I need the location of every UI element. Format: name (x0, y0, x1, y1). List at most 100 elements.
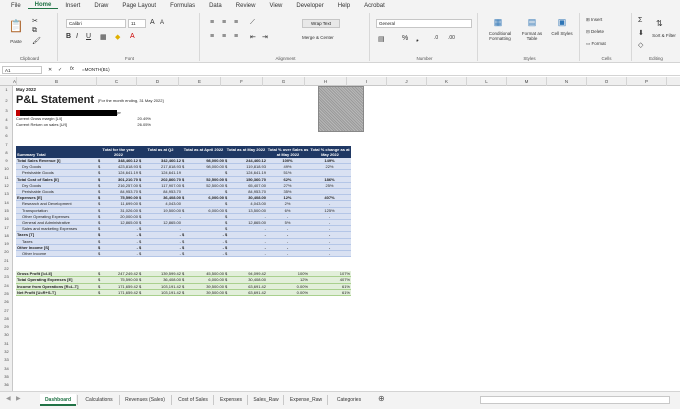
format-painter-icon[interactable]: 🖌 (32, 37, 41, 45)
summary-cell[interactable]: 63,691.42 (228, 289, 267, 296)
fill-color-icon[interactable]: ◆ (115, 33, 120, 41)
format-as-table-icon[interactable]: ▤ (520, 17, 544, 28)
month-cell[interactable]: May 2022 (16, 87, 36, 93)
align-center-icon[interactable]: ≡ (222, 33, 226, 40)
cut-icon[interactable]: ✂ (32, 17, 38, 25)
format-as-table-button[interactable]: Format as Table (518, 31, 546, 41)
row-header-12[interactable]: 12 (0, 182, 13, 190)
paste-button[interactable]: Paste (6, 39, 26, 44)
increase-decimal-icon[interactable]: .0 (434, 35, 438, 41)
number-format-select[interactable]: General (376, 19, 472, 28)
menu-developer[interactable]: Developer (289, 3, 330, 9)
menu-page-layout[interactable]: Page Layout (115, 3, 163, 9)
row-header-8[interactable]: 8 (0, 149, 13, 157)
row-header-19[interactable]: 19 (0, 240, 13, 248)
conditional-formatting-button[interactable]: Conditional Formatting (483, 31, 517, 41)
percent-icon[interactable]: % (402, 35, 408, 42)
horizontal-scrollbar[interactable] (480, 396, 670, 404)
tab-dashboard[interactable]: Dashboard (40, 394, 76, 406)
row-header-14[interactable]: 14 (0, 199, 13, 207)
delete-cells-button[interactable]: ⊟ Delete (586, 29, 604, 35)
column-header-K[interactable]: K (427, 77, 467, 86)
comma-icon[interactable]: ❟ (416, 35, 419, 43)
row-header-27[interactable]: 27 (0, 307, 13, 315)
align-top-icon[interactable]: ≡ (210, 19, 214, 26)
summary-cell[interactable]: 39,500.00 (185, 289, 225, 296)
menu-view[interactable]: View (262, 3, 289, 9)
row-header-33[interactable]: 33 (0, 356, 13, 364)
row-header-9[interactable]: 9 (0, 157, 13, 165)
table-cell[interactable]: - (142, 251, 182, 258)
row-header-25[interactable]: 25 (0, 290, 13, 298)
row-header-26[interactable]: 26 (0, 298, 13, 306)
summary-cell[interactable]: 171,659.42 (101, 289, 139, 296)
font-size-select[interactable]: 11 (128, 19, 146, 28)
row-header-32[interactable]: 32 (0, 348, 13, 356)
formula-input[interactable]: =MONTH(B1) (80, 66, 676, 74)
paste-icon[interactable]: 📋 (8, 19, 24, 33)
tab-expenses[interactable]: Expenses (216, 394, 246, 406)
tab-calculations[interactable]: Calculations (80, 394, 118, 406)
format-cells-button[interactable]: ▭ Format (586, 41, 606, 47)
scroll-left-icon[interactable]: ◀ (6, 395, 11, 402)
increase-font-icon[interactable]: A (150, 19, 155, 26)
add-sheet-icon[interactable]: ⊕ (378, 394, 385, 403)
row-header-4[interactable]: 4 (0, 116, 13, 124)
fx-icon[interactable]: fx (70, 66, 74, 72)
conditional-formatting-icon[interactable]: ▦ (486, 17, 510, 28)
summary-cell[interactable]: 61% (309, 289, 351, 296)
row-header-11[interactable]: 11 (0, 174, 13, 182)
row-header-24[interactable]: 24 (0, 282, 13, 290)
menu-acrobat[interactable]: Acrobat (357, 3, 392, 9)
underline-icon[interactable]: U (86, 33, 91, 40)
row-header-28[interactable]: 28 (0, 315, 13, 323)
copy-icon[interactable]: ⧉ (32, 27, 37, 35)
merge-center-button[interactable]: Merge & Center (302, 35, 352, 40)
align-middle-icon[interactable]: ≡ (222, 19, 226, 26)
row-header-3[interactable]: 3 (0, 107, 13, 115)
column-header-E[interactable]: E (179, 77, 221, 86)
row-header-29[interactable]: 29 (0, 323, 13, 331)
column-header-L[interactable]: L (467, 77, 507, 86)
column-header-Q[interactable]: Q (667, 77, 680, 86)
fill-icon[interactable]: ⬇ (638, 29, 644, 37)
row-header-17[interactable]: 17 (0, 224, 13, 232)
menu-help[interactable]: Help (331, 3, 357, 9)
row-header-35[interactable]: 35 (0, 373, 13, 381)
table-cell[interactable]: - (185, 251, 225, 258)
menu-draw[interactable]: Draw (87, 3, 115, 9)
enter-icon[interactable]: ✓ (58, 67, 62, 73)
cell-styles-button[interactable]: Cell Styles (548, 31, 576, 36)
row-header-2[interactable]: 2 (0, 94, 13, 107)
scroll-right-icon[interactable]: ▶ (16, 395, 21, 402)
tab-categories[interactable]: Categories (330, 394, 368, 406)
sort-filter-icon[interactable]: ⇅ (656, 19, 663, 28)
row-header-31[interactable]: 31 (0, 340, 13, 348)
row-header-34[interactable]: 34 (0, 365, 13, 373)
table-cell[interactable]: - (101, 251, 139, 258)
row-header-23[interactable]: 23 (0, 273, 13, 281)
tab-revenues-sales-[interactable]: Revenues (Sales) (120, 394, 170, 406)
column-header-G[interactable]: G (263, 77, 305, 86)
menu-home[interactable]: Home (27, 2, 59, 9)
cancel-icon[interactable]: ✕ (48, 67, 52, 73)
decrease-font-icon[interactable]: A (160, 20, 164, 26)
column-header-O[interactable]: O (587, 77, 627, 86)
table-row-label[interactable]: Other Income (16, 251, 98, 258)
decrease-decimal-icon[interactable]: .00 (448, 35, 455, 41)
borders-icon[interactable]: ▦ (100, 33, 107, 41)
column-header-F[interactable]: F (221, 77, 263, 86)
row-header-22[interactable]: 22 (0, 265, 13, 273)
clear-icon[interactable]: ◇ (638, 41, 643, 49)
row-header-10[interactable]: 10 (0, 165, 13, 173)
font-name-select[interactable]: Calibri (66, 19, 126, 28)
column-header-M[interactable]: M (507, 77, 547, 86)
menu-data[interactable]: Data (202, 3, 229, 9)
name-box[interactable]: A1 (2, 66, 42, 74)
summary-cell[interactable]: 0.00% (267, 289, 309, 296)
table-cell[interactable]: - (267, 251, 309, 258)
menu-review[interactable]: Review (229, 3, 263, 9)
table-cell[interactable]: - (309, 251, 351, 258)
column-header-I[interactable]: I (347, 77, 387, 86)
orientation-icon[interactable]: ⟋ (250, 19, 255, 27)
